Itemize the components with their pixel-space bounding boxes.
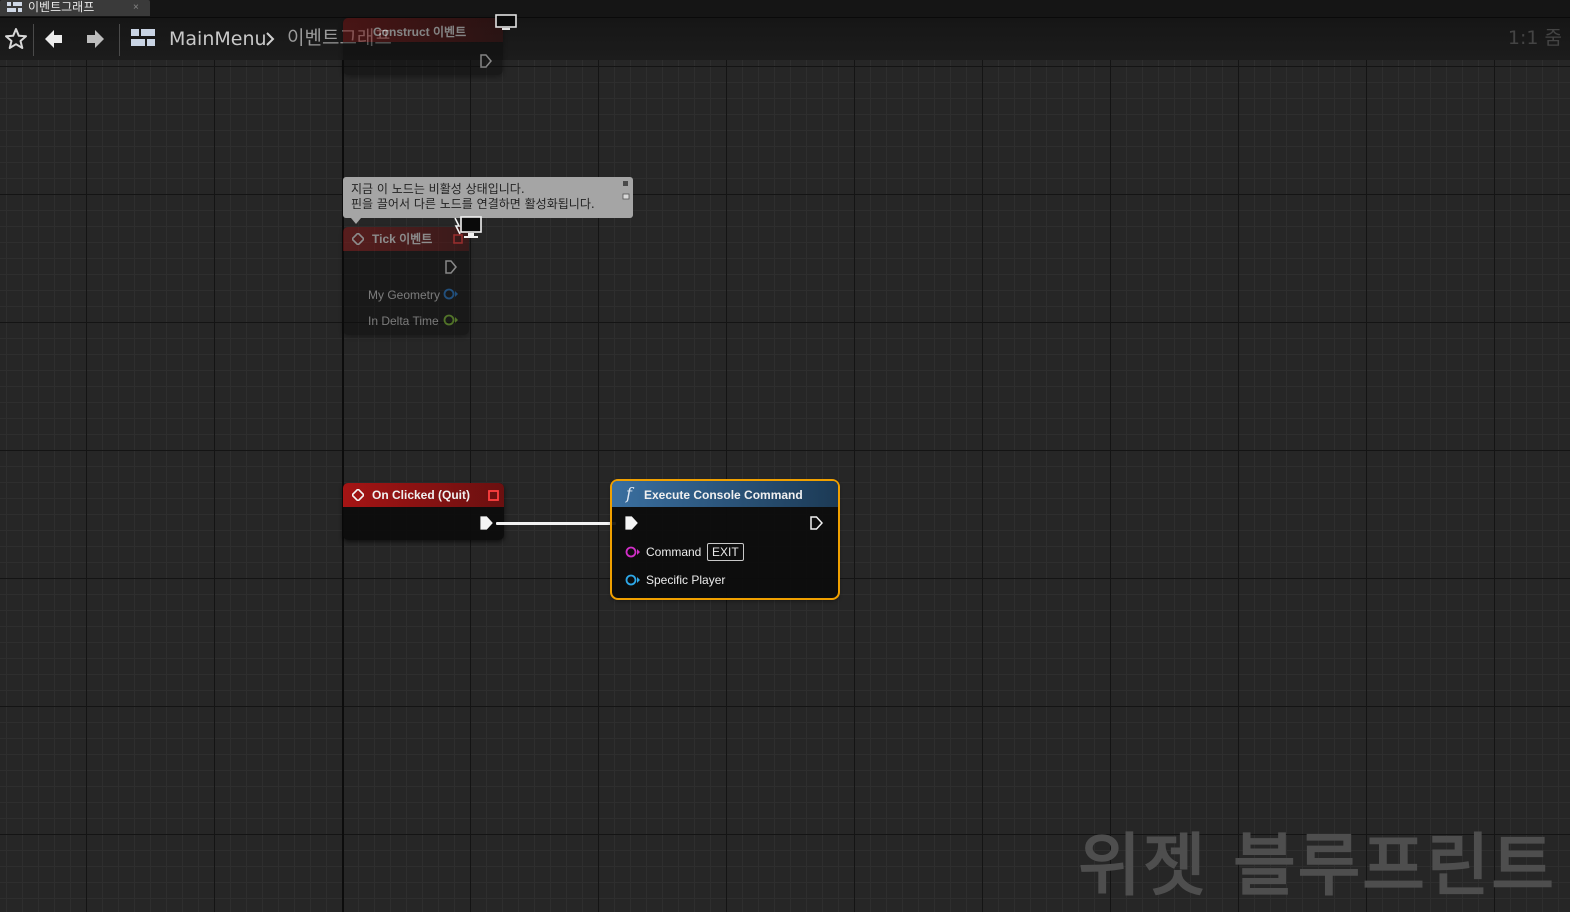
function-icon: f bbox=[626, 484, 632, 503]
node-header: On Clicked (Quit) bbox=[343, 483, 504, 507]
node-title: On Clicked (Quit) bbox=[372, 488, 471, 502]
disabled-node-comment: 지금 이 노드는 비활성 상태입니다. 핀을 끌어서 다른 노드를 연결하면 활… bbox=[343, 177, 633, 224]
node-tick-event[interactable]: Tick 이벤트 My Geometry In Delta Time bbox=[343, 227, 469, 335]
object-pin-icon[interactable] bbox=[625, 574, 641, 586]
client-only-icon bbox=[495, 14, 517, 30]
client-only-icon bbox=[454, 216, 482, 238]
exec-out-pin-icon[interactable] bbox=[480, 54, 492, 68]
tab-label: 이벤트그래프 bbox=[28, 0, 95, 14]
chevron-right-icon bbox=[266, 32, 275, 46]
event-graph-icon bbox=[131, 29, 155, 46]
breadcrumb-blueprint[interactable]: MainMenu bbox=[169, 27, 267, 51]
star-icon bbox=[5, 28, 27, 49]
node-title: Construct 이벤트 bbox=[373, 25, 467, 39]
event-icon bbox=[352, 489, 364, 501]
tab-strip: 이벤트그래프 × bbox=[0, 0, 1570, 18]
float-pin-icon[interactable] bbox=[443, 314, 459, 326]
arrow-left-icon bbox=[45, 30, 62, 48]
node-header: f Execute Console Command bbox=[612, 481, 838, 507]
back-button[interactable] bbox=[40, 25, 68, 53]
node-header: Construct 이벤트 bbox=[343, 18, 503, 42]
string-pin-icon[interactable] bbox=[625, 546, 641, 558]
exec-wire[interactable] bbox=[496, 522, 616, 525]
node-on-clicked[interactable]: On Clicked (Quit) bbox=[343, 483, 504, 540]
favorite-button[interactable] bbox=[2, 25, 30, 53]
node-construct-event[interactable]: Construct 이벤트 bbox=[343, 18, 503, 75]
node-title: Tick 이벤트 bbox=[372, 232, 433, 246]
delegate-pin-icon[interactable] bbox=[488, 490, 499, 501]
exec-in-pin-icon[interactable] bbox=[625, 516, 638, 530]
arrow-right-icon bbox=[87, 30, 104, 48]
node-title: Execute Console Command bbox=[644, 488, 803, 502]
exec-out-pin-icon[interactable] bbox=[480, 516, 493, 530]
comment-tail bbox=[351, 218, 361, 224]
tab-close-icon[interactable]: × bbox=[133, 0, 139, 15]
pin-label-delta-time: In Delta Time bbox=[368, 314, 439, 328]
node-header: Tick 이벤트 bbox=[343, 227, 469, 251]
event-icon bbox=[352, 233, 364, 245]
pin-label-geometry: My Geometry bbox=[368, 288, 441, 302]
comment-line-1: 지금 이 노드는 비활성 상태입니다. bbox=[351, 182, 525, 196]
zoom-level: 1:1 줌 bbox=[1507, 27, 1562, 49]
struct-pin-icon[interactable] bbox=[443, 288, 459, 300]
graph-toolbar: MainMenu 이벤트그래프 1:1 줌 bbox=[0, 18, 1570, 60]
event-graph-icon bbox=[7, 2, 22, 12]
pin-comment-icon[interactable] bbox=[621, 180, 630, 200]
exec-out-pin-icon[interactable] bbox=[810, 516, 823, 530]
pin-label-specific-player: Specific Player bbox=[646, 573, 726, 587]
graph-origin-line bbox=[342, 0, 344, 912]
toolbar-separator bbox=[33, 24, 34, 56]
exec-out-pin-icon[interactable] bbox=[445, 260, 457, 274]
node-execute-console-command[interactable]: f Execute Console Command Command EXIT S… bbox=[610, 479, 840, 600]
toolbar-separator bbox=[119, 24, 120, 56]
graph-type-watermark: 위젯 블루프린트 bbox=[1078, 827, 1556, 906]
pin-label-command: Command bbox=[646, 545, 702, 559]
comment-line-2: 핀을 끌어서 다른 노드를 연결하면 활성화됩니다. bbox=[351, 197, 595, 211]
command-value-input[interactable]: EXIT bbox=[707, 543, 744, 561]
tab-event-graph[interactable]: 이벤트그래프 × bbox=[0, 0, 150, 16]
forward-button[interactable] bbox=[81, 25, 109, 53]
